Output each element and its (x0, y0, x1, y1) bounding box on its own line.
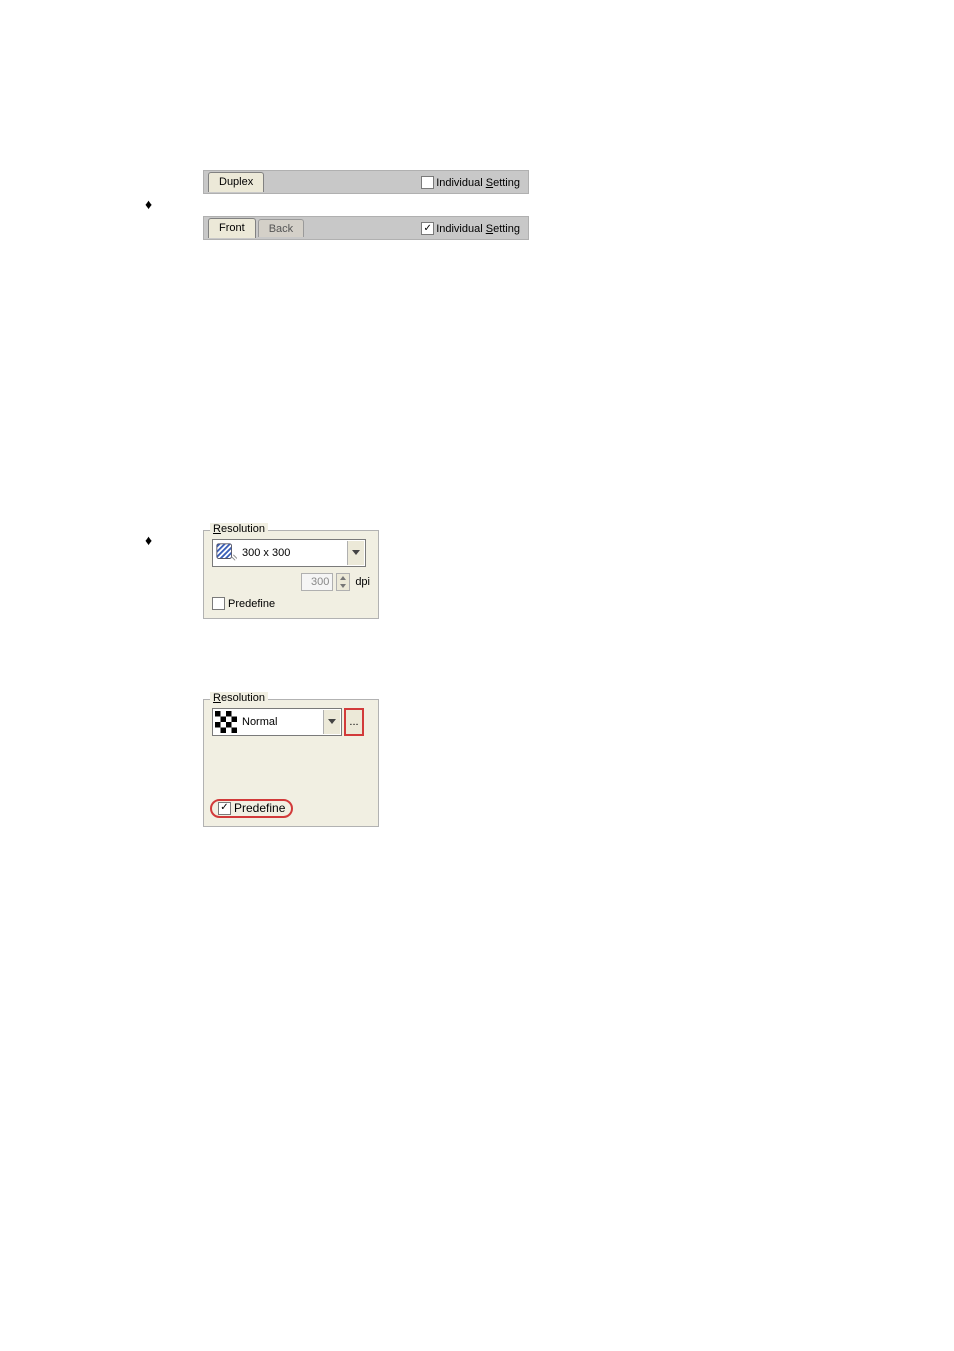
predefine-checkbox-2[interactable]: ✓ (218, 802, 231, 815)
individual-setting-checkbox-1[interactable]: ✓ Individual Setting (421, 176, 520, 189)
individual-setting-label: Individual Setting (436, 223, 520, 235)
resolution-value-2: Normal (238, 716, 323, 728)
predefine-checkbox-1[interactable]: ✓ (212, 597, 225, 610)
resolution-legend: Resolution (210, 692, 268, 704)
tab-duplex[interactable]: Duplex (208, 172, 264, 192)
dpi-input (301, 573, 333, 591)
spinner-down-icon[interactable] (337, 582, 349, 590)
dpi-label: dpi (355, 576, 370, 588)
resolution-dropdown-button-2[interactable] (323, 710, 340, 734)
resolution-checker-icon (214, 710, 238, 734)
resolution-fieldset-1: Resolution (203, 530, 379, 619)
resolution-value-1: 300 x 300 (238, 547, 347, 559)
resolution-select-2[interactable]: Normal (212, 708, 342, 736)
resolution-more-button[interactable]: ... (344, 708, 364, 736)
resolution-select-1[interactable]: 300 x 300 (212, 539, 366, 567)
spinner-up-icon[interactable] (337, 574, 349, 582)
resolution-dropdown-button-1[interactable] (347, 541, 364, 565)
individual-setting-label: Individual Setting (436, 177, 520, 189)
resolution-grid-icon (214, 541, 238, 565)
tabstrip-front-back: Front Back ✓ Individual Setting (203, 216, 529, 240)
checkbox-unchecked-icon[interactable]: ✓ (421, 176, 434, 189)
tab-back[interactable]: Back (258, 219, 304, 237)
checkbox-checked-icon[interactable]: ✓ (421, 222, 434, 235)
predefine-label-1: Predefine (228, 598, 275, 610)
dpi-spinner[interactable] (336, 573, 350, 591)
predefine-highlight-oval: ✓ Predefine (210, 799, 293, 818)
predefine-label-2: Predefine (234, 801, 285, 815)
individual-setting-checkbox-2[interactable]: ✓ Individual Setting (421, 222, 520, 235)
resolution-fieldset-2: Resolution (203, 699, 379, 827)
resolution-legend: Resolution (210, 523, 268, 535)
tabstrip-duplex: Duplex ✓ Individual Setting (203, 170, 529, 194)
tab-front[interactable]: Front (208, 218, 256, 238)
